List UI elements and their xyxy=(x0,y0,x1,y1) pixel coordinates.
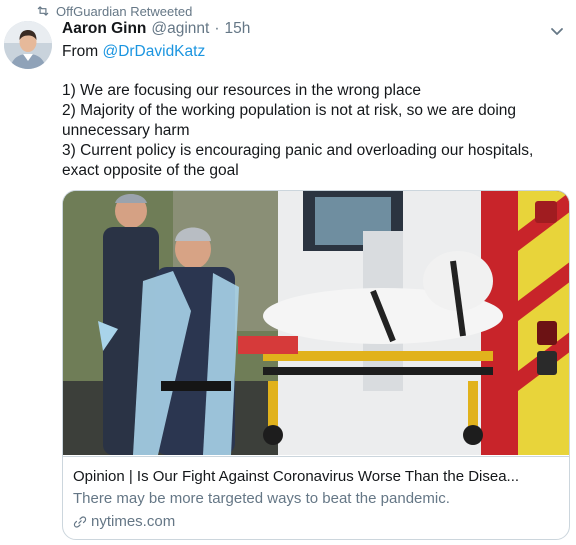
card-domain[interactable]: nytimes.com xyxy=(73,512,561,532)
tweet-body: 1) We are focusing our resources in the … xyxy=(62,81,566,181)
tweet-line: 3) Current policy is encouraging panic a… xyxy=(62,142,534,179)
card-title[interactable]: Opinion | Is Our Fight Against Coronavir… xyxy=(73,467,561,487)
avatar[interactable] xyxy=(4,21,52,69)
tweet-source: From @DrDavidKatz xyxy=(62,42,205,62)
author-handle[interactable]: @aginnt xyxy=(151,20,209,38)
chevron-down-icon[interactable] xyxy=(548,24,566,40)
tweet-header: Aaron Ginn @aginnt · 15h xyxy=(62,20,250,42)
link-preview-card[interactable]: Opinion | Is Our Fight Against Coronavir… xyxy=(62,190,570,540)
link-icon xyxy=(73,516,87,528)
card-description: There may be more targeted ways to beat … xyxy=(73,490,450,507)
retweet-label: OffGuardian Retweeted xyxy=(56,3,193,19)
tweet-line: 1) We are focusing our resources in the … xyxy=(62,82,421,99)
mention-link[interactable]: @DrDavidKatz xyxy=(102,43,205,60)
tweet-line: 2) Majority of the working population is… xyxy=(62,102,517,139)
card-image[interactable] xyxy=(63,191,569,455)
retweet-context[interactable]: OffGuardian Retweeted xyxy=(36,2,192,20)
author-name[interactable]: Aaron Ginn xyxy=(62,20,146,38)
retweet-icon xyxy=(37,6,49,16)
card-domain-label: nytimes.com xyxy=(91,513,176,530)
card-text[interactable]: Opinion | Is Our Fight Against Coronavir… xyxy=(63,456,569,539)
from-prefix: From xyxy=(62,43,103,60)
header-separator: · xyxy=(214,20,220,37)
tweet-timestamp[interactable]: 15h xyxy=(225,20,251,38)
